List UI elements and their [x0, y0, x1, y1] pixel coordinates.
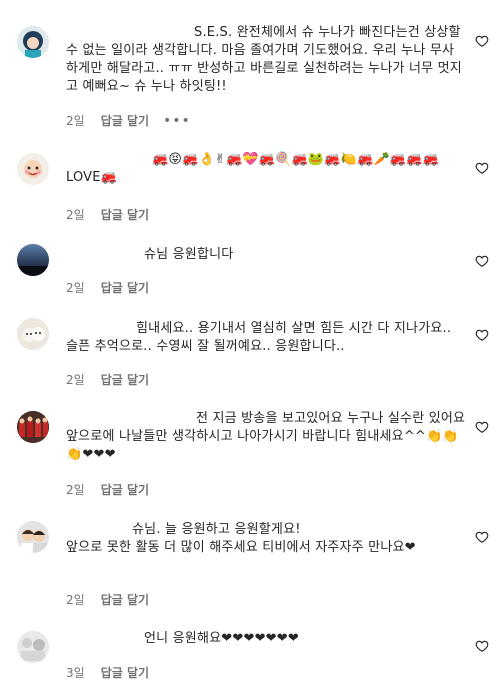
avatar[interactable] — [17, 521, 49, 553]
comment-text: 언니 응원해요❤❤❤❤❤❤❤ — [144, 631, 299, 646]
heart-outline-icon[interactable] — [475, 34, 489, 48]
reply-button[interactable]: 답글 달기 — [101, 112, 149, 129]
comment-text: 🚒😝🚒👌✌🚒💝🚒🍭🚒🐸🚒🍋🚒🥕🚒🚒🚒LOVE🚒 — [66, 152, 440, 185]
heart-outline-icon[interactable] — [475, 328, 489, 342]
heart-outline-icon[interactable] — [475, 254, 489, 268]
heart-outline-icon[interactable] — [475, 420, 489, 434]
comment-text: S.E.S. 완전체에서 슈 누나가 빠진다는건 상상할 수 없는 일이라 생각… — [66, 25, 466, 94]
reply-button[interactable]: 답글 달기 — [101, 481, 149, 498]
comment-text: 슈님. 늘 응원하고 응원할게요! 앞으로 못한 활동 더 많이 해주세요 티비… — [66, 522, 416, 555]
reply-button[interactable]: 답글 달기 — [101, 206, 149, 223]
more-options-icon[interactable]: ••• — [163, 113, 191, 129]
avatar[interactable] — [17, 318, 49, 350]
comment-time[interactable]: 2일 — [66, 279, 85, 296]
comment-time[interactable]: 2일 — [66, 481, 85, 498]
avatar[interactable] — [17, 26, 49, 58]
comment-time[interactable]: 2일 — [66, 591, 85, 608]
heart-outline-icon[interactable] — [475, 639, 489, 653]
comment-time[interactable]: 2일 — [66, 206, 85, 223]
comment-text: 전 지금 방송을 보고있어요 누구나 실수란 있어요 앞으로에 나날들만 생각하… — [66, 411, 470, 462]
avatar[interactable] — [17, 244, 49, 276]
heart-outline-icon[interactable] — [475, 161, 489, 175]
avatar[interactable] — [17, 153, 49, 185]
avatar[interactable] — [17, 411, 49, 443]
comment-time[interactable]: 2일 — [66, 112, 85, 129]
reply-button[interactable]: 답글 달기 — [101, 371, 149, 388]
comment-text: 슈님 응원합니다 — [144, 247, 234, 262]
heart-outline-icon[interactable] — [475, 530, 489, 544]
comment-text: 힘내세요.. 용기내서 열심히 살면 힘든 시간 다 지나가요.. 슬픈 추억으… — [66, 321, 456, 354]
comment-time[interactable]: 2일 — [66, 371, 85, 388]
reply-button[interactable]: 답글 달기 — [101, 279, 149, 296]
avatar[interactable] — [17, 631, 49, 663]
reply-button[interactable]: 답글 달기 — [101, 591, 149, 608]
